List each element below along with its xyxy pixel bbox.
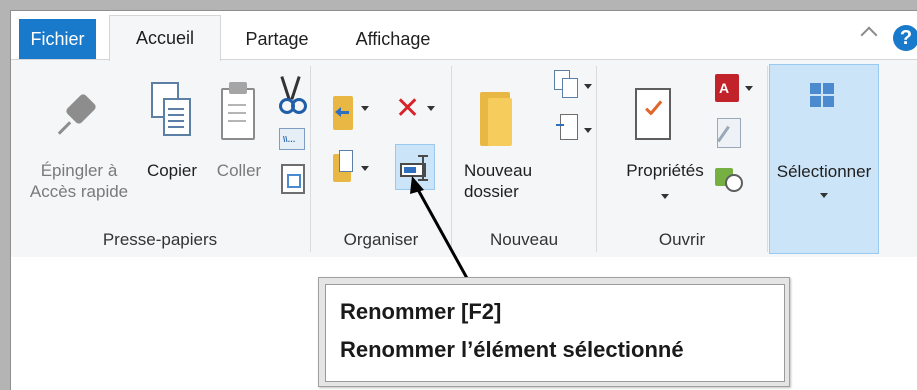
copy-to-dropdown-icon[interactable] [361, 166, 369, 171]
ribbon: Épingler à Accès rapide Copier Coller \\… [11, 59, 917, 258]
properties-dropdown-icon[interactable] [661, 194, 669, 199]
new-folder-label-line2: dossier [464, 182, 519, 201]
group-label-open: Ouvrir [658, 230, 706, 249]
easy-access-icon[interactable] [556, 114, 580, 146]
delete-dropdown-icon[interactable] [427, 106, 435, 111]
paste-shortcut-icon[interactable] [281, 164, 305, 194]
edit-icon[interactable] [717, 118, 741, 148]
group-organize: ✕ Organiser [311, 60, 451, 257]
easy-access-dropdown-icon[interactable] [584, 128, 592, 133]
help-icon[interactable]: ? [893, 25, 917, 51]
group-label-new: Nouveau [489, 230, 559, 249]
tooltip-description: Renommer l’élément sélectionné [340, 337, 684, 362]
pin-icon [57, 90, 99, 140]
pin-quick-access-button[interactable]: Épingler à Accès rapide [19, 160, 139, 202]
select-button[interactable]: Sélectionner [769, 64, 879, 254]
move-to-icon[interactable] [333, 96, 363, 136]
tooltip-body: Renommer [F2] Renommer l’élément sélecti… [325, 284, 785, 382]
select-grid-icon [808, 81, 836, 109]
open-dropdown-icon[interactable] [745, 86, 753, 91]
copy-to-icon[interactable] [333, 150, 363, 184]
new-folder-label-line1: Nouveau [464, 161, 533, 180]
new-folder-icon[interactable] [480, 86, 520, 146]
tooltip-title: Renommer [F2] [340, 299, 502, 324]
select-dropdown-icon [820, 193, 828, 198]
group-label-organize: Organiser [343, 230, 419, 249]
rename-button[interactable] [395, 144, 435, 190]
cut-icon[interactable] [279, 76, 307, 116]
history-icon[interactable] [715, 164, 743, 192]
pin-label-line1: Épingler à [40, 161, 118, 180]
paste-icon[interactable] [219, 80, 259, 142]
group-new: Nouveau dossier Nouveau [452, 60, 596, 257]
properties-button[interactable]: Propriétés [615, 160, 715, 181]
ribbon-tab-bar: Fichier Accueil Partage Affichage ? [11, 11, 917, 61]
pin-label-line2: Accès rapide [29, 182, 129, 201]
properties-icon[interactable] [635, 88, 673, 142]
group-clipboard: Épingler à Accès rapide Copier Coller \\… [11, 60, 309, 257]
tab-home[interactable]: Accueil [109, 15, 221, 61]
select-label: Sélectionner [776, 162, 872, 181]
group-open: Propriétés A Ouvrir [597, 60, 767, 257]
new-folder-button[interactable]: Nouveau dossier [460, 160, 560, 202]
copy-button[interactable]: Copier [139, 160, 205, 181]
collapse-ribbon-icon[interactable] [860, 26, 878, 44]
copy-path-icon[interactable]: \\… [279, 128, 305, 150]
paste-button[interactable]: Coller [209, 160, 269, 181]
tab-view[interactable]: Affichage [333, 19, 453, 59]
new-item-dropdown-icon[interactable] [584, 84, 592, 89]
move-to-dropdown-icon[interactable] [361, 106, 369, 111]
tab-file[interactable]: Fichier [19, 19, 96, 59]
delete-icon[interactable]: ✕ [395, 94, 420, 124]
new-item-icon[interactable] [554, 70, 580, 100]
group-label-clipboard: Presse-papiers [102, 230, 218, 249]
group-divider [767, 66, 768, 252]
rename-tooltip: Renommer [F2] Renommer l’élément sélecti… [318, 277, 790, 387]
tab-share[interactable]: Partage [227, 19, 327, 59]
copy-icon[interactable] [151, 82, 193, 142]
open-pdf-icon[interactable]: A [715, 74, 739, 102]
